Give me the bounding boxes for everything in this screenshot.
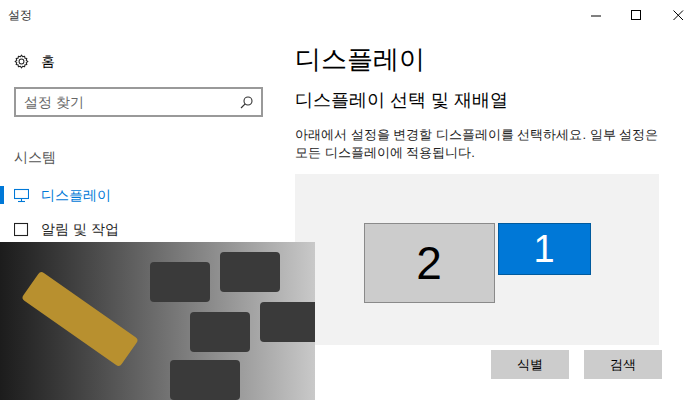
maximize-button[interactable]	[616, 0, 656, 30]
section-heading: 시스템	[0, 147, 285, 168]
display-tile[interactable]: 1	[498, 223, 591, 275]
display-number: 1	[533, 230, 554, 268]
display-tile[interactable]: 2	[364, 223, 495, 303]
monitor-icon	[14, 188, 29, 203]
selection-indicator	[0, 186, 4, 204]
sidebar-item[interactable]: 알림 및 작업	[0, 212, 285, 246]
search-box[interactable]	[14, 87, 263, 117]
search-input[interactable]	[24, 92, 234, 113]
description-line: 아래에서 설정을 변경할 디스플레이를 선택하세요. 일부 설정은	[295, 126, 700, 144]
display-arrangement-panel: 21	[295, 174, 659, 345]
display-number: 2	[416, 240, 442, 286]
search-icon	[240, 96, 253, 109]
notification-icon	[14, 222, 29, 237]
page-title: 디스플레이	[295, 42, 700, 76]
title-bar: 설정	[0, 0, 700, 30]
settings-window: 설정 홈	[0, 0, 700, 400]
close-icon	[673, 10, 684, 21]
sidebar-item-label: 디스플레이	[41, 186, 111, 204]
detect-button[interactable]: 검색	[584, 350, 662, 379]
sidebar-item-label: 알림 및 작업	[41, 220, 119, 238]
minimize-icon	[591, 10, 602, 21]
description-line: 모든 디스플레이에 적용됩니다.	[295, 144, 700, 162]
home-link[interactable]: 홈	[0, 46, 285, 76]
cable-photo	[0, 242, 315, 400]
minimize-button[interactable]	[576, 0, 616, 30]
home-label: 홈	[41, 51, 55, 72]
close-button[interactable]	[656, 0, 700, 30]
identify-button[interactable]: 식별	[491, 350, 569, 379]
section-subtitle: 디스플레이 선택 및 재배열	[295, 88, 700, 112]
description: 아래에서 설정을 변경할 디스플레이를 선택하세요. 일부 설정은모든 디스플레…	[295, 126, 700, 162]
sidebar-item[interactable]: 디스플레이	[0, 178, 285, 212]
main-content: 디스플레이 디스플레이 선택 및 재배열 아래에서 설정을 변경할 디스플레이를…	[285, 30, 700, 400]
window-title: 설정	[0, 6, 32, 24]
maximize-icon	[631, 10, 642, 21]
gear-icon	[14, 54, 29, 69]
